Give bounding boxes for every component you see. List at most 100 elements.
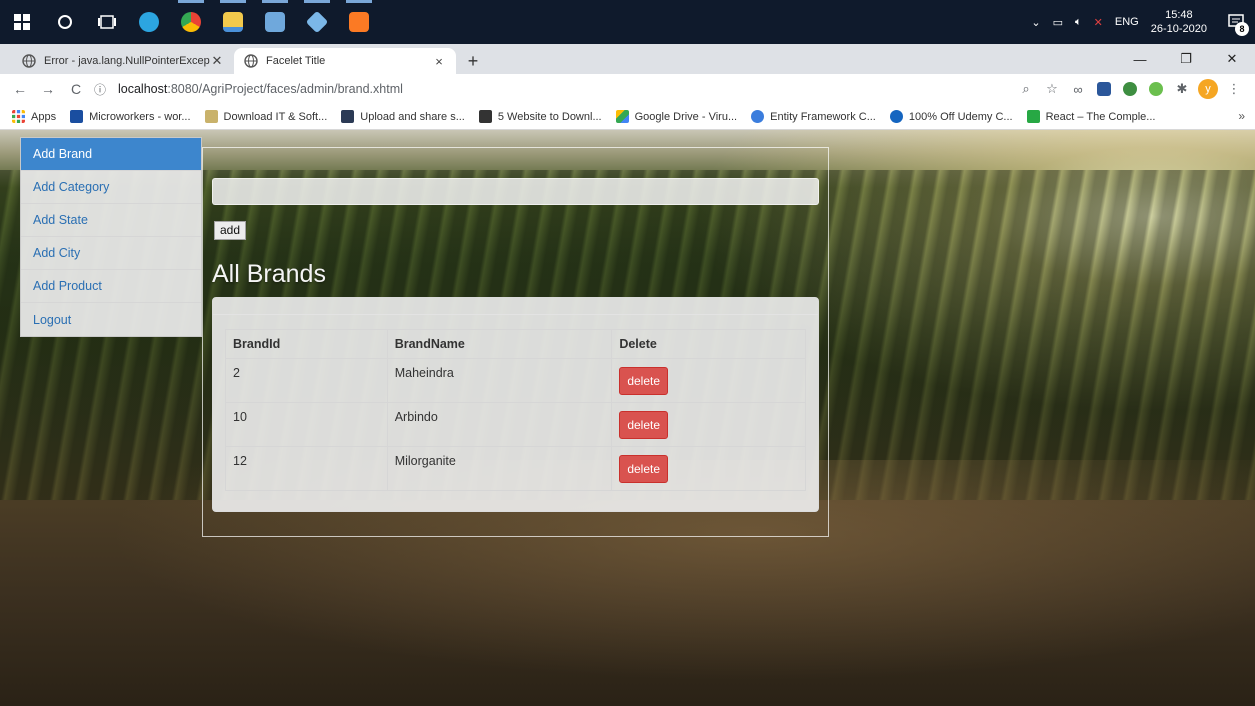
extension-leaf-icon[interactable] bbox=[1117, 76, 1143, 102]
bookmark-entity-framework[interactable]: Entity Framework C... bbox=[751, 110, 876, 123]
bookmark-react[interactable]: React – The Comple... bbox=[1026, 110, 1156, 123]
browser-tab-strip: Error - java.lang.NullPointerExcep ✕ Fac… bbox=[0, 44, 1255, 74]
table-row: 12 Milorganite delete bbox=[225, 446, 806, 491]
taskbar-search-button[interactable] bbox=[44, 0, 86, 44]
restore-button[interactable]: ❐ bbox=[1163, 44, 1209, 74]
bookmark-microworkers[interactable]: Microworkers - wor... bbox=[70, 110, 191, 123]
column-header-brand-name: BrandName bbox=[386, 329, 613, 359]
sidebar-item-add-product[interactable]: Add Product bbox=[21, 270, 201, 303]
bookmark-google-drive[interactable]: Google Drive - Viru... bbox=[615, 110, 738, 123]
bookmark-download-it[interactable]: Download IT & Soft... bbox=[204, 110, 327, 123]
notification-count-badge: 8 bbox=[1235, 22, 1249, 36]
sidebar-item-add-brand[interactable]: Add Brand bbox=[21, 138, 201, 171]
avatar: y bbox=[1198, 79, 1218, 99]
react-course-icon bbox=[1026, 110, 1040, 123]
chrome-icon bbox=[181, 12, 201, 32]
apps-grid-icon bbox=[12, 110, 25, 123]
taskbar-file-explorer-button[interactable] bbox=[212, 0, 254, 44]
forward-button[interactable]: → bbox=[34, 75, 62, 103]
sidebar-item-add-city[interactable]: Add City bbox=[21, 237, 201, 270]
delete-button[interactable]: delete bbox=[619, 455, 669, 483]
tab-close-icon[interactable]: × bbox=[432, 54, 446, 69]
brand-name-cell: Maheindra bbox=[386, 358, 613, 403]
taskbar-xampp-button[interactable] bbox=[338, 0, 380, 44]
bookmarks-overflow-button[interactable]: » bbox=[1238, 109, 1245, 123]
column-header-delete: Delete bbox=[611, 329, 806, 359]
url-path: :8080/AgriProject/faces/admin/brand.xhtm… bbox=[167, 82, 403, 96]
taskbar-editor-button[interactable] bbox=[254, 0, 296, 44]
website-s-icon bbox=[478, 110, 492, 123]
profile-button[interactable]: y bbox=[1195, 76, 1221, 102]
page-viewport: Add Brand Add Category Add State Add Cit… bbox=[0, 130, 1255, 706]
reload-button[interactable]: C bbox=[62, 75, 90, 103]
address-bar[interactable]: ⓘ localhost:8080/AgriProject/faces/admin… bbox=[90, 76, 1013, 102]
xampp-icon bbox=[349, 12, 369, 32]
virtualbox-icon bbox=[305, 10, 329, 34]
table-row: 10 Arbindo delete bbox=[225, 402, 806, 447]
clock-time: 15:48 bbox=[1165, 9, 1193, 21]
bookmark-label: React – The Comple... bbox=[1045, 110, 1156, 123]
table-header-row: BrandId BrandName Delete bbox=[225, 329, 806, 359]
back-button[interactable]: ← bbox=[6, 75, 34, 103]
taskbar-telegram-button[interactable] bbox=[128, 0, 170, 44]
tray-overflow-chevron-icon[interactable]: ⌄ bbox=[1031, 16, 1040, 29]
taskbar-chrome-button[interactable] bbox=[170, 0, 212, 44]
new-tab-button[interactable]: + bbox=[460, 48, 486, 74]
battery-icon[interactable]: ▭ bbox=[1053, 16, 1063, 29]
taskbar-task-view-button[interactable] bbox=[86, 0, 128, 44]
extensions-puzzle-icon[interactable]: ✱ bbox=[1169, 76, 1195, 102]
bookmark-5-website[interactable]: 5 Website to Downl... bbox=[478, 110, 602, 123]
clock-date: 26-10-2020 bbox=[1150, 23, 1207, 35]
tab-error[interactable]: Error - java.lang.NullPointerExcep ✕ bbox=[12, 48, 234, 74]
language-indicator[interactable]: ENG bbox=[1115, 16, 1139, 28]
sidebar-item-add-category[interactable]: Add Category bbox=[21, 171, 201, 204]
bookmark-apps[interactable]: Apps bbox=[12, 110, 56, 123]
bookmark-label: 100% Off Udemy C... bbox=[908, 110, 1013, 123]
bookmark-udemy[interactable]: 100% Off Udemy C... bbox=[889, 110, 1013, 123]
tab-close-icon[interactable]: ✕ bbox=[210, 53, 224, 69]
bookmark-star-icon[interactable]: ☆ bbox=[1039, 76, 1065, 102]
arrow-left-icon: ← bbox=[13, 81, 27, 97]
add-brand-button[interactable]: add bbox=[214, 221, 247, 240]
tab-facelet-title[interactable]: Facelet Title × bbox=[234, 48, 456, 74]
taskbar-clock[interactable]: 15:48 26-10-2020 bbox=[1151, 8, 1207, 36]
sidebar-item-logout[interactable]: Logout bbox=[21, 303, 201, 336]
sidebar-item-add-state[interactable]: Add State bbox=[21, 204, 201, 237]
download-site-icon bbox=[204, 110, 218, 123]
minimize-button[interactable]: — bbox=[1117, 44, 1163, 74]
page-title: All Brands bbox=[212, 260, 326, 288]
bookmarks-bar: Apps Microworkers - wor... Download IT &… bbox=[0, 104, 1255, 130]
brands-table: BrandId BrandName Delete 2 Maheindra del… bbox=[225, 329, 806, 491]
editor-icon bbox=[265, 12, 285, 32]
bookmark-upload-share[interactable]: Upload and share s... bbox=[341, 110, 465, 123]
brand-name-input[interactable] bbox=[212, 178, 819, 205]
udemy-icon bbox=[889, 110, 903, 123]
windows-start-button[interactable] bbox=[0, 0, 44, 44]
panel-divider bbox=[213, 314, 818, 315]
bookmark-label: Google Drive - Viru... bbox=[634, 110, 738, 123]
brands-table-panel: BrandId BrandName Delete 2 Maheindra del… bbox=[212, 297, 819, 512]
taskbar-virtualbox-button[interactable] bbox=[296, 0, 338, 44]
globe-icon bbox=[22, 54, 36, 68]
delete-cell: delete bbox=[611, 402, 806, 447]
system-tray: ⌄ ▭ 🔈︎ ✕ ENG 15:48 26-10-2020 8 bbox=[1025, 0, 1255, 44]
browser-menu-icon[interactable]: ⋮ bbox=[1221, 76, 1247, 102]
volume-icon[interactable]: 🔈︎ bbox=[1075, 16, 1082, 29]
brand-id-cell: 12 bbox=[225, 446, 388, 491]
network-icon[interactable]: ✕ bbox=[1094, 16, 1103, 29]
brand-id-cell: 10 bbox=[225, 402, 388, 447]
extension-shield-icon[interactable] bbox=[1091, 76, 1117, 102]
column-header-brand-id: BrandId bbox=[225, 329, 388, 359]
microworkers-icon bbox=[70, 110, 84, 123]
zoom-icon[interactable]: ⌕ bbox=[1013, 76, 1039, 102]
close-window-button[interactable]: ✕ bbox=[1209, 44, 1255, 74]
telegram-icon bbox=[139, 12, 159, 32]
action-center-button[interactable]: 8 bbox=[1217, 0, 1255, 44]
delete-button[interactable]: delete bbox=[619, 367, 669, 395]
extension-green-icon[interactable] bbox=[1143, 76, 1169, 102]
file-explorer-icon bbox=[223, 12, 243, 32]
site-info-icon[interactable]: ⓘ bbox=[94, 81, 112, 98]
extension-link-icon[interactable]: ∞ bbox=[1065, 76, 1091, 102]
bookmark-label: Apps bbox=[31, 110, 57, 123]
delete-button[interactable]: delete bbox=[619, 411, 669, 439]
